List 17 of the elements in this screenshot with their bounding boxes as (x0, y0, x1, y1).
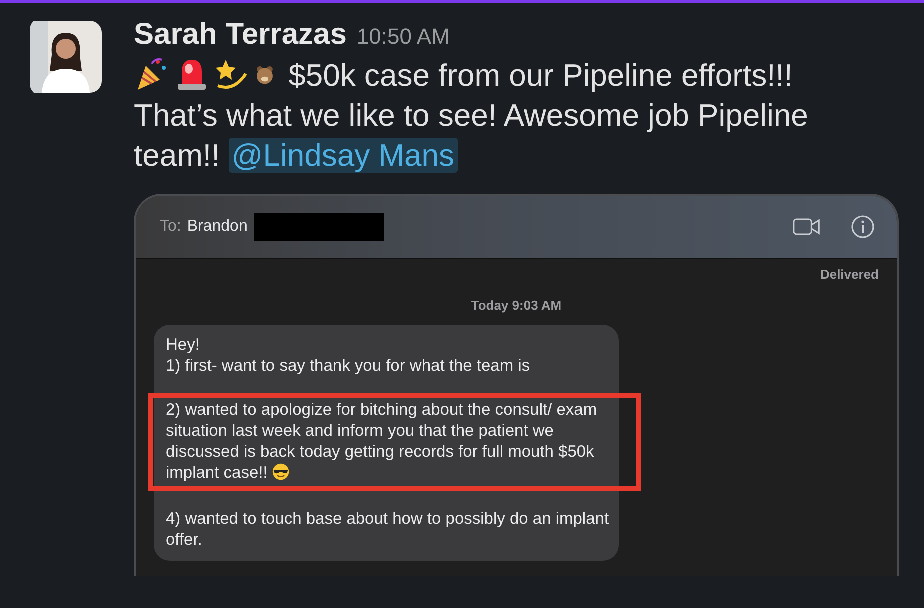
timestamp[interactable]: 10:50 AM (356, 24, 450, 50)
bear-icon (254, 64, 276, 86)
to-label: To: (160, 218, 182, 236)
highlighted-message-text: 2) wanted to apologize for bitching about the consult/ exam situation last week and inform you that the patient we discussed is back today getting records for full mouth $50k implant case!! (166, 400, 598, 484)
avatar[interactable] (30, 18, 102, 96)
recipient-name: Brandon (187, 218, 248, 236)
info-icon[interactable] (851, 215, 875, 239)
message-date: Today 9:03 AM (470, 298, 563, 313)
delivered-status: Delivered (819, 266, 880, 282)
sunglasses-face-icon (272, 463, 290, 481)
user-mention[interactable]: @Lindsay Mans (228, 138, 458, 173)
message-line: 4) wanted to touch base about how to possibly do an implant offer. (166, 509, 610, 551)
message-line: 1) first- want to say thank you for what the team is (166, 356, 532, 377)
message-text: $50k case from our Pipeline efforts!!! That’s what we like to see! Awesome job Pipeline team!! @Lindsay Mans (134, 56, 810, 175)
author-name[interactable]: Sarah Terrazas (134, 18, 347, 52)
message-line: Hey! (166, 335, 201, 356)
video-camera-icon[interactable] (793, 217, 821, 237)
